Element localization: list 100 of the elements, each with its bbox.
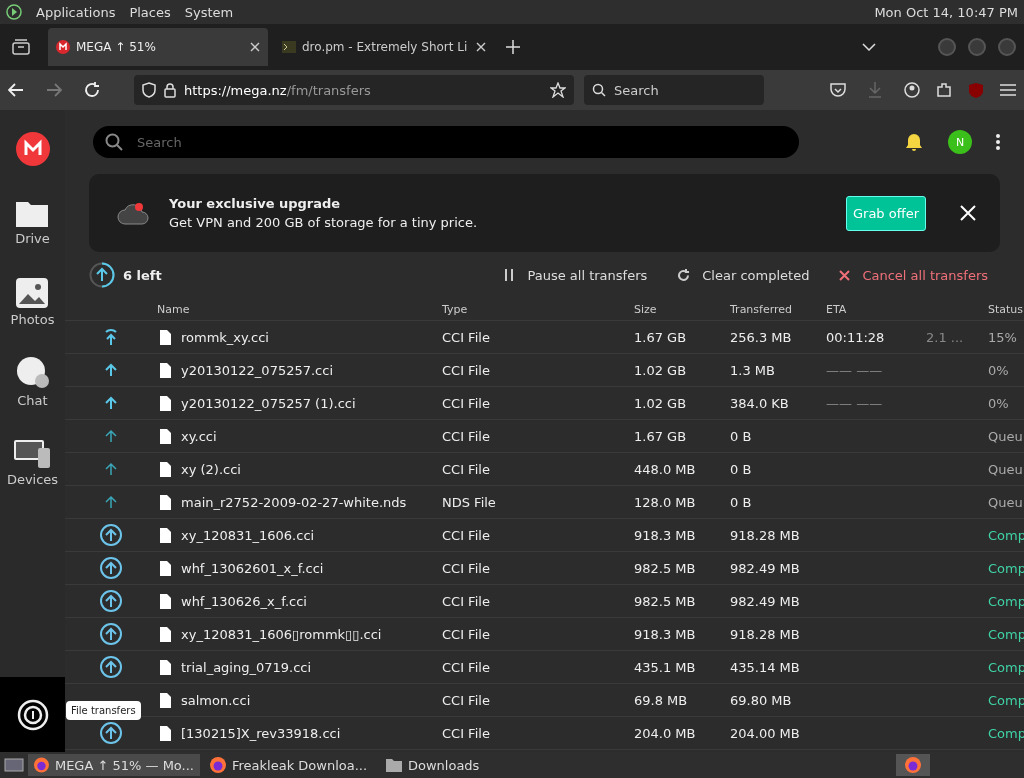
bell-icon[interactable] [904,132,924,152]
back-icon[interactable] [8,83,24,97]
menu-icon[interactable] [1000,84,1016,96]
sidebar-item[interactable]: Chat [15,342,50,422]
column-header[interactable]: Transferred [730,298,826,321]
column-header[interactable]: Type [442,298,634,321]
file-icon [157,724,173,742]
panel-menu[interactable]: System [184,4,234,20]
table-cell: 0 B [730,428,752,444]
fox-icon [210,757,226,773]
file-icon [157,691,173,709]
browser-tab[interactable]: dro.pm - Extremely Short Li [274,28,494,66]
search-field[interactable]: Search [584,75,764,105]
table-cell: 69.8 MB [634,692,688,708]
refresh-icon [677,268,691,282]
panel-menu[interactable]: Applications [36,4,116,20]
table-cell: CCI File [442,692,490,708]
sidebar-item[interactable]: Devices [6,422,59,502]
table-cell: CCI File [442,593,490,609]
table-cell: CCI File [442,395,490,411]
remaining-count: 6 left [123,267,162,283]
chevron-down-icon[interactable] [862,43,876,51]
new-tab-icon[interactable] [506,40,520,54]
toolbar-action[interactable]: Pause all transfers [503,267,648,283]
taskbar-item[interactable]: Freakleak Downloa... [204,754,376,776]
puzzle-icon[interactable] [936,82,952,98]
transfers-icon [16,698,49,731]
star-icon[interactable] [550,82,566,98]
devices-icon [14,437,51,468]
mega-logo-icon [56,40,70,54]
transfers-button[interactable] [0,677,65,752]
table-cell: 982.49 MB [730,560,800,576]
sidebar-item[interactable]: Drive [15,182,50,262]
upload-arrow-icon [105,363,117,377]
table-cell: 204.0 MB [634,725,696,741]
banner-title: Your exclusive upgrade [169,196,342,211]
toolbar-action[interactable]: Cancel all transfers [839,267,988,283]
taskbar-item[interactable]: MEGA ↑ 51% — Mo... [28,754,200,776]
status-text: 0% [988,362,1009,378]
close-icon[interactable] [960,205,976,221]
table-cell: 1.67 GB [634,428,687,444]
table-cell: 918.28 MB [730,527,800,543]
upload-circle-icon [100,722,122,744]
file-name: [130215]X_rev33918.cci [181,725,341,741]
taskbar-item[interactable]: Downloads [380,754,552,776]
table-cell: CCI File [442,527,490,543]
table-cell: CCI File [442,626,490,642]
reload-icon[interactable] [84,82,100,98]
table-cell: 204.00 MB [730,725,800,741]
folder-icon [386,758,402,772]
search-field[interactable]: Search [93,126,799,158]
panel-menu[interactable]: Places [129,4,171,20]
sidebar-item[interactable]: Photos [10,262,55,342]
upload-circle-icon [100,524,122,546]
table-cell: 1.02 GB [634,395,687,411]
table-cell: 256.3 MB [730,329,792,345]
table-cell: CCI File [442,329,490,345]
upload-circle-icon [100,623,122,645]
mega-logo-icon[interactable] [15,132,50,166]
table-cell: 0 B [730,461,752,477]
table-cell: CCI File [442,362,490,378]
browser-tab[interactable]: MEGA ↑ 51% [48,28,268,66]
table-cell: 0 B [730,494,752,510]
column-header[interactable]: Name [157,298,442,321]
account-icon[interactable] [904,82,920,98]
column-header[interactable]: Size [634,298,730,321]
fox-icon[interactable] [896,754,930,776]
status-text: Queu [988,494,1023,510]
pocket-icon[interactable] [830,82,846,98]
file-name: rommk_xy.cci [181,329,269,345]
tab-overview-icon[interactable] [12,39,30,55]
file-name: y20130122_075257.cci [181,362,334,378]
toolbar-action[interactable]: Clear completed [677,267,810,283]
terminal-icon [282,41,296,53]
more-icon[interactable] [996,134,1000,150]
forward-icon[interactable] [46,83,62,97]
upload-arrow-icon [105,495,117,509]
table-cell: 435.14 MB [730,659,800,675]
column-header[interactable]: Status [988,298,1024,321]
table-cell: 1.02 GB [634,362,687,378]
close-tab-icon[interactable] [476,42,486,52]
table-cell: CCI File [442,560,490,576]
table-cell: 918.3 MB [634,527,696,543]
table-cell: 1.67 GB [634,329,687,345]
table-cell: 918.28 MB [730,626,800,642]
address-bar[interactable]: https://mega.nz/fm/transfers [134,75,574,105]
table-cell: 384.0 KB [730,395,789,411]
upload-arrow-icon [105,429,117,443]
file-icon [157,559,173,577]
column-header[interactable]: ETA [826,298,926,321]
file-icon [157,460,173,478]
table-cell: CCI File [442,659,490,675]
close-tab-icon[interactable] [250,42,260,52]
file-icon [157,625,173,643]
show-desktop-icon[interactable] [4,757,24,773]
chat-icon [15,356,50,389]
image-icon [16,277,49,308]
file-name: y20130122_075257 (1).cci [181,395,356,411]
table-cell: CCI File [442,725,490,741]
lock-icon [164,82,176,98]
